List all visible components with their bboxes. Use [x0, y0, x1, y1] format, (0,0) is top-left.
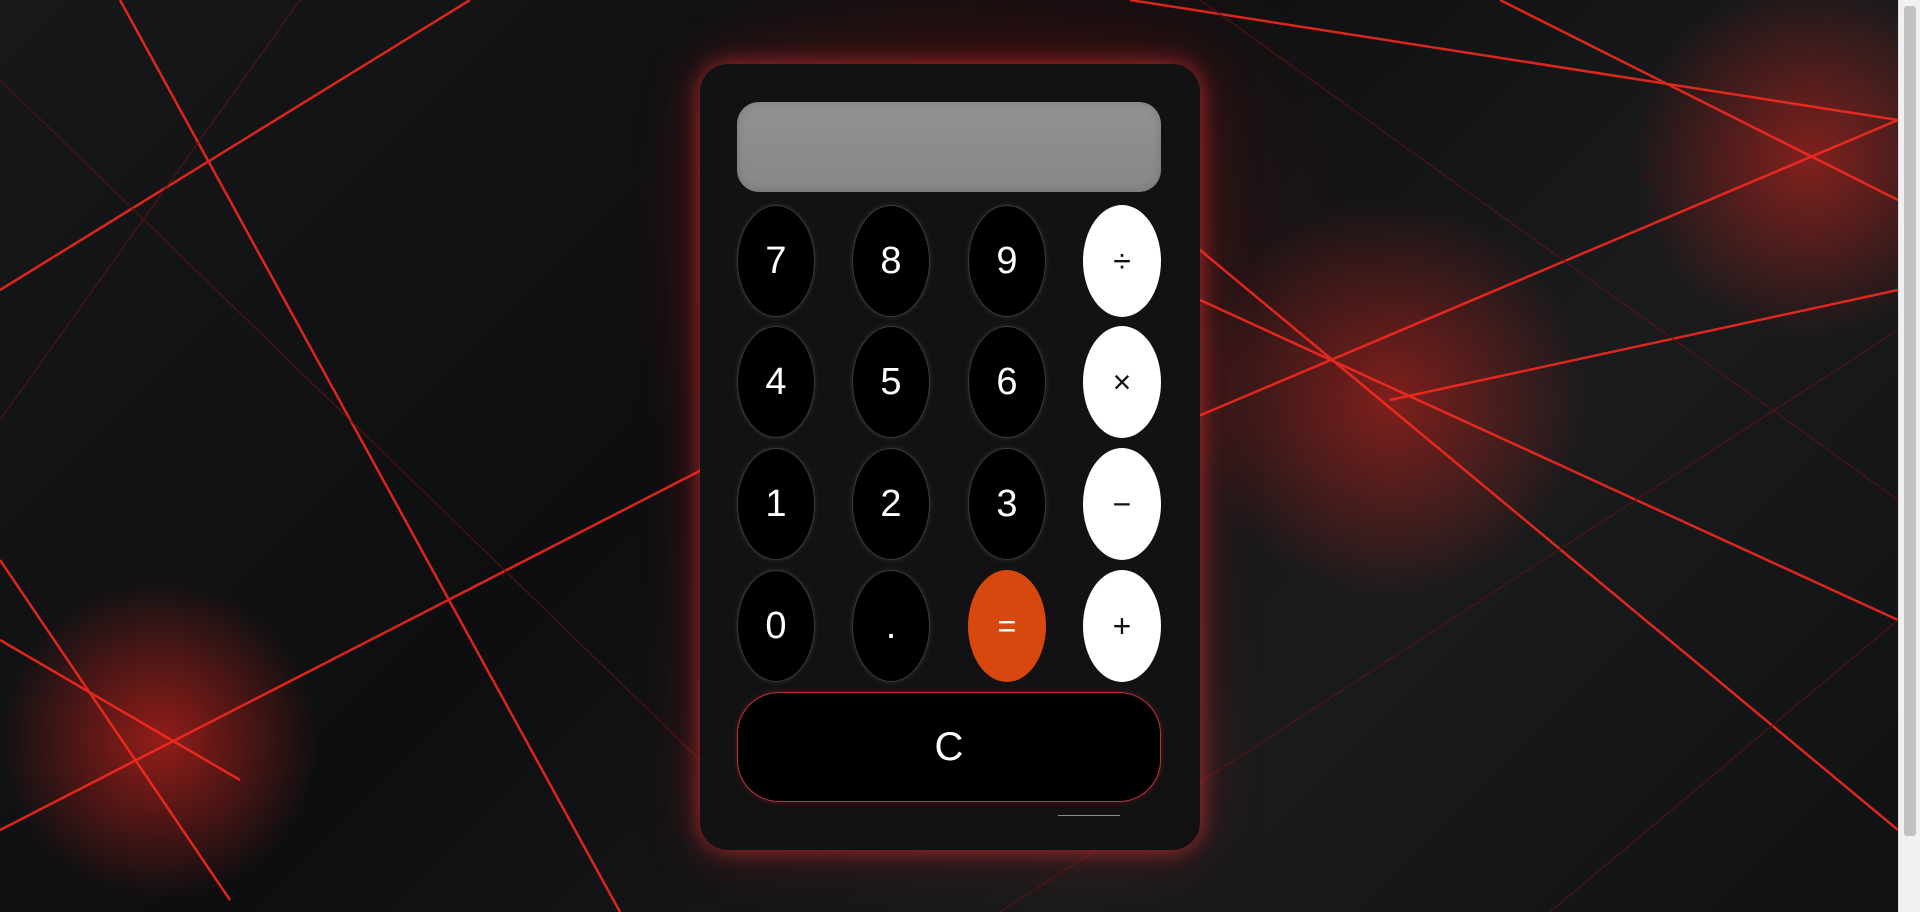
key-8[interactable]: 8 — [852, 205, 930, 317]
equals-button[interactable]: = — [968, 570, 1046, 682]
key-2[interactable]: 2 — [852, 448, 930, 560]
key-7[interactable]: 7 — [737, 205, 815, 317]
decorative-underline — [1058, 815, 1120, 816]
key-3[interactable]: 3 — [968, 448, 1046, 560]
add-button[interactable]: + — [1083, 570, 1161, 682]
key-0[interactable]: 0 — [737, 570, 815, 682]
multiply-button[interactable]: × — [1083, 326, 1161, 438]
calculator-display — [737, 102, 1161, 192]
divide-button[interactable]: ÷ — [1083, 205, 1161, 317]
decimal-button[interactable]: . — [852, 570, 930, 682]
scrollbar-thumb[interactable] — [1904, 6, 1916, 836]
key-4[interactable]: 4 — [737, 326, 815, 438]
clear-button[interactable]: C — [737, 692, 1161, 802]
vertical-scrollbar[interactable] — [1898, 0, 1920, 912]
key-6[interactable]: 6 — [968, 326, 1046, 438]
key-5[interactable]: 5 — [852, 326, 930, 438]
key-1[interactable]: 1 — [737, 448, 815, 560]
calculator: 7 8 9 ÷ 4 5 6 × 1 2 3 − 0 . = + C — [700, 64, 1200, 850]
subtract-button[interactable]: − — [1083, 448, 1161, 560]
key-9[interactable]: 9 — [968, 205, 1046, 317]
